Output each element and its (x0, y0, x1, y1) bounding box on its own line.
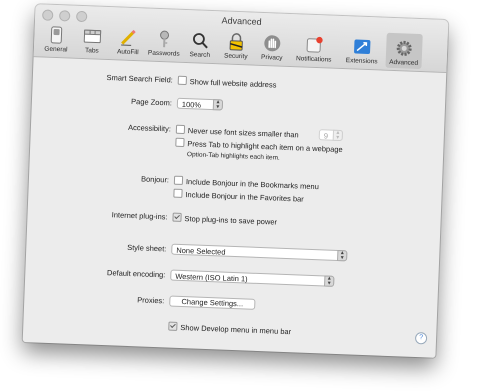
chevron-updown-icon: ▴ ▾ (212, 99, 224, 111)
tab-label: Notifications (295, 55, 332, 64)
accessibility-label: Accessibility: (127, 122, 172, 134)
checkbox-label: Include Bonjour in the Favorites bar (185, 190, 304, 204)
style-sheet-label: Style sheet: (126, 242, 167, 254)
tab-label: Advanced (389, 58, 419, 67)
pencil-icon (121, 29, 136, 46)
tab-notifications[interactable]: Notifications (290, 29, 339, 66)
tab-label: Passwords (147, 49, 180, 58)
page-zoom-label: Page Zoom: (130, 96, 173, 108)
bell-icon (306, 36, 323, 53)
proxies-label: Proxies: (137, 295, 165, 306)
checkbox-label: Show Develop menu in menu bar (180, 322, 292, 337)
tab-general[interactable]: General (38, 19, 75, 55)
tab-highlight-checkbox[interactable] (175, 137, 185, 148)
tab-passwords[interactable]: Passwords (146, 23, 183, 59)
tab-advanced[interactable]: Advanced (385, 32, 423, 70)
bonjour-favorites-option[interactable]: Include Bonjour in the Favorites bar (173, 188, 304, 205)
change-settings-button[interactable]: Change Settings... (169, 295, 256, 310)
chevron-updown-icon: ▴ ▾ (337, 249, 348, 262)
tab-security[interactable]: Security (218, 26, 255, 62)
bonjour-favorites-checkbox[interactable] (173, 188, 183, 198)
checkbox-label: Show full website address (189, 77, 277, 90)
checkbox-label: Never use font sizes smaller than (187, 126, 299, 140)
tab-label: General (44, 45, 68, 54)
gear-icon (396, 40, 412, 56)
safari-preferences-window: Advanced General Tabs AutoFill Passwords… (22, 4, 449, 358)
page-zoom-value: 100% (181, 99, 202, 110)
smart-search-option[interactable]: Show full website address (177, 75, 277, 91)
chevron-updown-icon: ▴ ▾ (324, 275, 335, 287)
style-sheet-select[interactable]: None Selected ▴ ▾ (171, 243, 348, 262)
tab-autofill[interactable]: AutoFill (110, 22, 147, 58)
encoding-label: Default encoding: (106, 268, 166, 280)
tab-search[interactable]: Search (182, 25, 219, 61)
min-font-size-checkbox[interactable] (175, 124, 186, 135)
tab-label: Privacy (260, 53, 283, 62)
smart-search-label: Smart Search Field: (106, 72, 174, 85)
min-font-size-value: 9 (323, 131, 329, 141)
puzzle-icon (354, 39, 371, 54)
encoding-select[interactable]: Western (ISO Latin 1) ▴ ▾ (170, 269, 335, 287)
bonjour-label: Bonjour: (140, 174, 170, 185)
style-sheet-value: None Selected (176, 245, 226, 257)
tab-tabs[interactable]: Tabs (74, 21, 111, 57)
checkbox-label: Stop plug-ins to save power (184, 214, 278, 227)
stop-plugins-option[interactable]: Stop plug-ins to save power (172, 212, 278, 228)
chevron-updown-icon: ▴ ▾ (332, 129, 344, 142)
tab-label: Security (223, 52, 248, 61)
help-button[interactable]: ? (414, 332, 428, 345)
bonjour-bookmarks-checkbox[interactable] (173, 175, 184, 185)
stop-plugins-checkbox[interactable] (172, 212, 182, 222)
advanced-settings-panel: Smart Search Field: Show full website ad… (23, 57, 447, 358)
tab-label: Tabs (84, 47, 99, 55)
min-font-size-select[interactable]: 9 ▴ ▾ (318, 129, 344, 142)
show-full-address-checkbox[interactable] (177, 75, 187, 86)
tab-label: Extensions (345, 57, 378, 66)
plugins-label: Internet plug-ins: (111, 210, 168, 222)
tab-label: Search (189, 51, 211, 59)
key-icon (160, 30, 170, 48)
switch-icon (50, 26, 63, 44)
tabs-icon (83, 29, 102, 44)
page-zoom-select[interactable]: 100% ▴ ▾ (176, 97, 224, 111)
encoding-value: Western (ISO Latin 1) (175, 271, 248, 284)
tab-privacy[interactable]: Privacy (254, 28, 291, 64)
lock-icon (229, 33, 243, 51)
hand-icon (264, 35, 281, 52)
tab-extensions[interactable]: Extensions (337, 31, 386, 68)
develop-menu-checkbox[interactable] (168, 321, 178, 331)
search-icon (193, 33, 208, 49)
develop-menu-option[interactable]: Show Develop menu in menu bar (168, 321, 292, 338)
tab-label: AutoFill (116, 48, 139, 57)
